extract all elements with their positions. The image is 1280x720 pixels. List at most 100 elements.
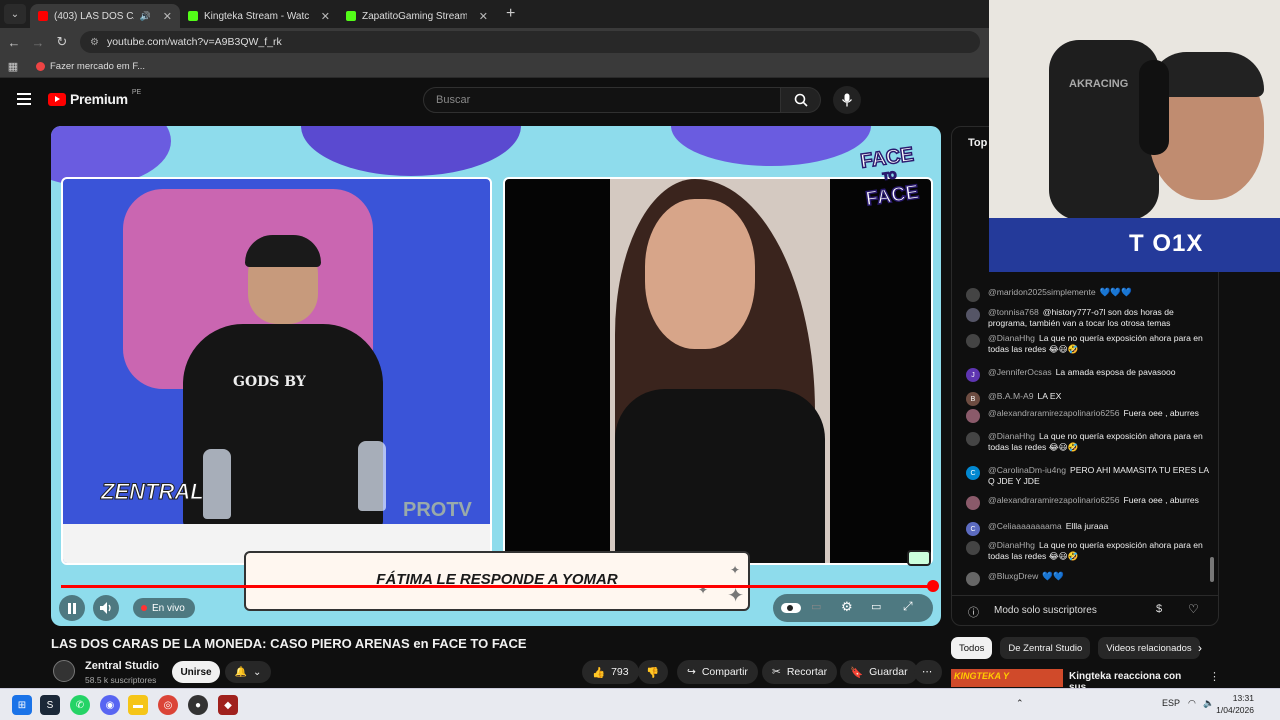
chat-author[interactable]: @maridon2025simplemente [988, 287, 1096, 297]
chat-message[interactable]: @DianaHhg La que no quería exposición aho… [966, 431, 1214, 453]
chat-scrollbar[interactable] [1210, 557, 1214, 582]
chat-avatar[interactable] [966, 288, 980, 302]
discord-icon[interactable]: ◉ [100, 695, 120, 715]
chat-avatar[interactable]: B [966, 392, 980, 406]
forward-arrow-icon[interactable]: → [26, 35, 50, 50]
dota-icon[interactable]: ◆ [218, 695, 238, 715]
chat-message[interactable]: B @B.A.M-A9 LA EX [966, 391, 1214, 406]
system-clock[interactable]: 13:31 1/04/2026 [1216, 692, 1254, 716]
chat-message[interactable]: @alexandraramirezapolinario6256 Fuera oee… [966, 495, 1214, 510]
chat-header-top[interactable]: Top [968, 137, 987, 149]
browser-tab-youtube[interactable]: (403) LAS DOS CARAS DE L 🔊 ✕ [30, 4, 180, 28]
search-input[interactable]: Buscar [423, 87, 781, 113]
join-button[interactable]: Unirse [172, 661, 220, 683]
chat-author[interactable]: @DianaHhg [988, 431, 1035, 441]
info-icon[interactable]: ⓘ [968, 604, 979, 620]
settings-gear-icon[interactable]: ⚙ [841, 599, 853, 615]
back-arrow-icon[interactable]: ← [2, 35, 26, 50]
chat-author[interactable]: @B.A.M-A9 [988, 391, 1034, 401]
close-tab-icon[interactable]: ✕ [163, 10, 172, 23]
chat-message[interactable]: @DianaHhg La que no quería exposición aho… [966, 540, 1214, 562]
speaker-tray-icon[interactable]: 🔈 [1203, 698, 1214, 709]
chip-from-channel[interactable]: De Zentral Studio [1000, 637, 1091, 659]
chat-avatar[interactable] [966, 496, 980, 510]
url-field[interactable]: ⚙ youtube.com/watch?v=A9B3QW_f_rk [80, 31, 980, 53]
share-button[interactable]: ↪ Compartir [677, 660, 758, 684]
pause-button[interactable] [59, 595, 85, 621]
apps-grid-icon[interactable]: ▦ [0, 60, 26, 73]
scrubber-handle[interactable] [927, 580, 939, 592]
site-info-icon[interactable]: ⚙ [90, 37, 99, 48]
chat-avatar[interactable]: C [966, 466, 980, 480]
save-button[interactable]: 🔖 Guardar [840, 660, 918, 684]
tray-chevron-up-icon[interactable]: ⌃ [1016, 698, 1024, 709]
chat-author[interactable]: @BluxgDrew [988, 571, 1038, 581]
related-video-thumbnail[interactable]: KINGTEKA Y [951, 669, 1063, 687]
youtube-premium-logo[interactable]: Premium PE [48, 89, 141, 107]
heart-icon[interactable]: ♡ [1188, 602, 1199, 616]
chat-message[interactable]: @tonnisa768 @history777-o7l son dos horas… [966, 307, 1214, 329]
new-tab-button[interactable]: + [506, 5, 515, 23]
chat-message[interactable]: C @Celiaaaaaaaama Ellla juraaa [966, 521, 1214, 536]
video-player[interactable]: GODS BY ZENTRAL PROTV FACE TO FACE FÁTIM… [51, 126, 941, 626]
chat-avatar[interactable] [966, 541, 980, 555]
more-vert-icon[interactable]: ⋮ [1209, 670, 1220, 683]
chip-related[interactable]: Videos relacionados [1098, 637, 1200, 659]
super-chat-icon[interactable]: $ [1156, 603, 1162, 615]
chrome-icon[interactable]: ◎ [158, 695, 178, 715]
channel-name[interactable]: Zentral Studio [85, 660, 159, 672]
live-badge[interactable]: En vivo [133, 598, 195, 618]
chat-avatar[interactable] [966, 334, 980, 348]
chip-all[interactable]: Todos [951, 637, 993, 659]
chat-author[interactable]: @DianaHhg [988, 540, 1035, 550]
wifi-icon[interactable]: ◠ [1188, 698, 1196, 709]
obs-icon[interactable]: ● [188, 695, 208, 715]
channel-avatar[interactable] [53, 660, 75, 682]
chat-author[interactable]: @DianaHhg [988, 333, 1035, 343]
like-button[interactable]: 👍 793 [582, 660, 639, 684]
chat-message[interactable]: C @CarolinaDm-iu4ng PERO AHI MAMASITA TU E… [966, 465, 1214, 487]
more-actions-button[interactable]: ⋯ [914, 660, 942, 684]
chat-avatar[interactable] [966, 432, 980, 446]
chat-avatar[interactable] [966, 572, 980, 586]
chat-message[interactable]: @maridon2025simplemente 💙💙💙 [966, 287, 1214, 302]
chat-author[interactable]: @alexandraramirezapolinario6256 [988, 495, 1120, 505]
chat-message[interactable]: @alexandraramirezapolinario6256 Fuera oee… [966, 408, 1214, 423]
progress-bar[interactable] [61, 580, 939, 592]
whatsapp-icon[interactable]: ✆ [70, 695, 90, 715]
bookmark-item[interactable]: Fazer mercado em F... [36, 61, 145, 72]
tab-search-chevron-icon[interactable]: ⌄ [4, 4, 26, 24]
fullscreen-icon[interactable]: ⤢ [903, 599, 913, 614]
chat-message[interactable]: @DianaHhg La que no quería exposición aho… [966, 333, 1214, 355]
autoplay-toggle[interactable] [781, 603, 801, 613]
volume-button[interactable] [93, 595, 119, 621]
browser-tab-kingteka[interactable]: Kingteka Stream - Watch Live o ✕ [180, 4, 338, 28]
clip-button[interactable]: ✂ Recortar [762, 660, 838, 684]
chat-avatar[interactable]: C [966, 522, 980, 536]
chevron-right-icon[interactable]: › [1198, 641, 1202, 655]
chat-avatar[interactable]: J [966, 368, 980, 382]
chat-avatar[interactable] [966, 409, 980, 423]
theater-mode-icon[interactable]: ▭ [871, 600, 881, 613]
chat-author[interactable]: @CarolinaDm-iu4ng [988, 465, 1066, 475]
chat-message[interactable]: J @JenniferOcsas La amada esposa de pavaso… [966, 367, 1214, 382]
language-indicator[interactable]: ESP [1162, 698, 1180, 708]
browser-tab-zapatito[interactable]: ZapatitoGaming Stream - Watc ✕ [338, 4, 496, 28]
steam-icon[interactable]: S [40, 695, 60, 715]
dislike-button[interactable]: 👎 [638, 660, 668, 684]
speaker-icon[interactable]: 🔊 [140, 11, 151, 22]
chat-avatar[interactable] [966, 308, 980, 322]
notifications-button[interactable]: 🔔 ⌄ [225, 661, 271, 683]
voice-search-button[interactable] [833, 86, 861, 114]
chat-author[interactable]: @tonnisa768 [988, 307, 1039, 317]
chat-author[interactable]: @Celiaaaaaaaama [988, 521, 1062, 531]
windows-start-icon[interactable]: ⊞ [12, 695, 32, 715]
close-tab-icon[interactable]: ✕ [321, 10, 330, 23]
close-tab-icon[interactable]: ✕ [479, 10, 488, 23]
search-button[interactable] [781, 87, 821, 113]
subtitles-icon[interactable]: ▭ [811, 600, 821, 613]
menu-hamburger-icon[interactable] [17, 93, 31, 105]
reload-icon[interactable]: ↻ [50, 34, 74, 50]
file-explorer-icon[interactable]: ▬ [128, 695, 148, 715]
chat-author[interactable]: @alexandraramirezapolinario6256 [988, 408, 1120, 418]
